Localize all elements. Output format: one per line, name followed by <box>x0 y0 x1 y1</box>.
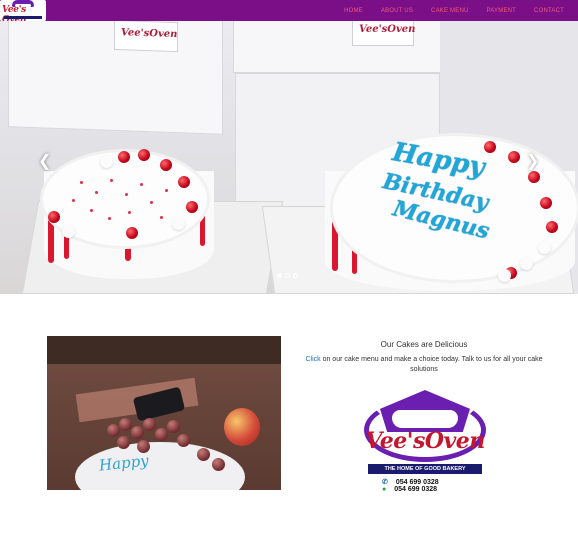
sprinkle <box>128 211 131 214</box>
main-nav: HOME ABOUT US CAKE MENU PAYMENT CONTACT <box>344 0 564 21</box>
cherry <box>48 211 60 223</box>
promo-title: Our Cakes are Delicious <box>380 340 468 349</box>
carousel-prev-button[interactable]: ❮ <box>38 151 51 171</box>
cherry <box>484 141 496 153</box>
cherry <box>160 159 172 171</box>
grape <box>107 424 120 437</box>
sprinkle <box>90 209 93 212</box>
grape <box>131 426 144 439</box>
cake-menu-link[interactable]: Click <box>305 356 320 363</box>
cake-box-right: Vee'sOven <box>233 21 443 73</box>
vees-oven-logo: Vee'sOven THE HOME OF GOOD BAKERY ✆ 054 … <box>340 380 510 495</box>
icing-swirl <box>498 269 511 282</box>
phone-icon: ✆ <box>382 479 388 486</box>
grape <box>155 428 168 441</box>
grape <box>119 418 132 431</box>
sprinkle <box>108 217 111 220</box>
cherry <box>508 151 520 163</box>
promo-body-text: on our cake menu and make a choice today… <box>320 356 543 373</box>
sprinkle <box>80 181 83 184</box>
logo-tag-bar <box>4 16 42 19</box>
brand-logo[interactable]: Vee's Oven <box>0 0 46 21</box>
phone-number-2: 054 699 0328 <box>394 486 438 493</box>
sprinkle <box>95 191 98 194</box>
cake-box-label-text: Vee'sOven <box>121 27 178 41</box>
grape <box>197 448 210 461</box>
cherry <box>178 176 190 188</box>
icing-swirl <box>100 155 113 168</box>
cherry <box>186 201 198 213</box>
cake-box-label-text: Vee'sOven <box>359 24 416 35</box>
promo-section: Our Cakes are Delicious Click on our cak… <box>290 336 558 375</box>
phone-line-1: ✆ 054 699 0328 <box>382 478 439 487</box>
icing-swirl <box>62 225 75 238</box>
carousel-next-button[interactable]: ❯ <box>526 151 539 171</box>
cherry <box>546 221 558 233</box>
grape <box>117 436 130 449</box>
carousel-indicator-1[interactable] <box>277 273 282 278</box>
carousel-indicators <box>277 273 298 278</box>
grape <box>143 418 156 431</box>
nav-contact[interactable]: CONTACT <box>534 8 564 14</box>
promo-text: Click on our cake menu and make a choice… <box>290 355 558 375</box>
cake-photo: Happy <box>47 336 281 490</box>
cherry <box>528 171 540 183</box>
navbar: Vee's Oven HOME ABOUT US CAKE MENU PAYME… <box>0 0 578 21</box>
sprinkle <box>125 193 128 196</box>
grape <box>167 420 180 433</box>
whatsapp-icon: ● <box>382 486 387 493</box>
cherry <box>138 149 150 161</box>
phone-number-1: 054 699 0328 <box>395 478 439 486</box>
icing-swirl <box>538 241 551 254</box>
photo-apple <box>224 408 260 446</box>
grape <box>177 434 190 447</box>
grape <box>137 440 150 453</box>
sprinkle <box>160 216 163 219</box>
cake-box-left: Vee'sOven <box>8 21 223 135</box>
hero-carousel: Vee'sOven Vee'sOven Happy Birthday Magnu… <box>0 21 578 294</box>
cherry <box>540 197 552 209</box>
icing-swirl <box>172 217 185 230</box>
nav-home[interactable]: HOME <box>344 8 363 14</box>
grape <box>212 458 225 471</box>
carousel-indicator-3[interactable] <box>293 273 298 278</box>
nav-cake-menu[interactable]: CAKE MENU <box>431 8 468 14</box>
logo-tagline: THE HOME OF GOOD BAKERY <box>368 464 482 474</box>
nav-about-us[interactable]: ABOUT US <box>381 8 413 14</box>
sprinkle <box>165 189 168 192</box>
carousel-indicator-2[interactable] <box>285 273 290 278</box>
logo-drip-shape <box>392 410 458 428</box>
sprinkle <box>140 183 143 186</box>
cherry <box>118 151 130 163</box>
icing-swirl <box>520 257 533 270</box>
sprinkle <box>150 201 153 204</box>
cake-box-label: Vee'sOven <box>114 21 178 53</box>
cake-box-label: Vee'sOven <box>352 21 416 46</box>
logo-brand-text: Vee'sOven <box>365 428 485 454</box>
sprinkle <box>110 179 113 182</box>
cherry <box>126 227 138 239</box>
nav-payment[interactable]: PAYMENT <box>487 8 517 14</box>
phone-line-2: ● 054 699 0328 <box>382 486 437 493</box>
sprinkle <box>72 199 75 202</box>
